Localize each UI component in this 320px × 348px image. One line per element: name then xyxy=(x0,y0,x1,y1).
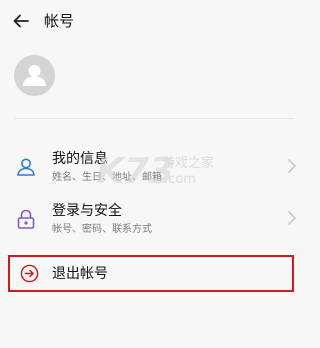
chevron-right-icon xyxy=(288,159,296,173)
default-avatar-icon xyxy=(23,65,46,86)
account-page: 帐号 我的信息 姓名、生日、地址、邮箱 登录与安全 帐号、密码、联系方式 K73… xyxy=(0,0,313,348)
arrow-right-circle-icon xyxy=(20,264,39,283)
menu-item-title: 登录与安全 xyxy=(52,203,122,219)
menu-item-login-security[interactable]: 登录与安全 帐号、密码、联系方式 xyxy=(0,198,313,248)
avatar[interactable] xyxy=(14,55,55,96)
user-icon xyxy=(17,158,35,176)
chevron-right-icon xyxy=(288,211,296,225)
menu-item-title: 我的信息 xyxy=(52,151,108,167)
logout-button[interactable]: 退出帐号 xyxy=(8,255,294,292)
logout-label: 退出帐号 xyxy=(52,266,108,282)
section-divider xyxy=(14,118,294,119)
menu-item-subtitle: 帐号、密码、联系方式 xyxy=(52,224,152,235)
header: 帐号 xyxy=(0,0,313,42)
back-button[interactable] xyxy=(10,10,32,32)
menu-item-my-info[interactable]: 我的信息 姓名、生日、地址、邮箱 xyxy=(0,146,313,196)
page-title: 帐号 xyxy=(44,12,75,30)
lock-icon xyxy=(17,209,35,229)
menu-item-subtitle: 姓名、生日、地址、邮箱 xyxy=(52,172,162,183)
arrow-left-icon xyxy=(13,14,29,28)
